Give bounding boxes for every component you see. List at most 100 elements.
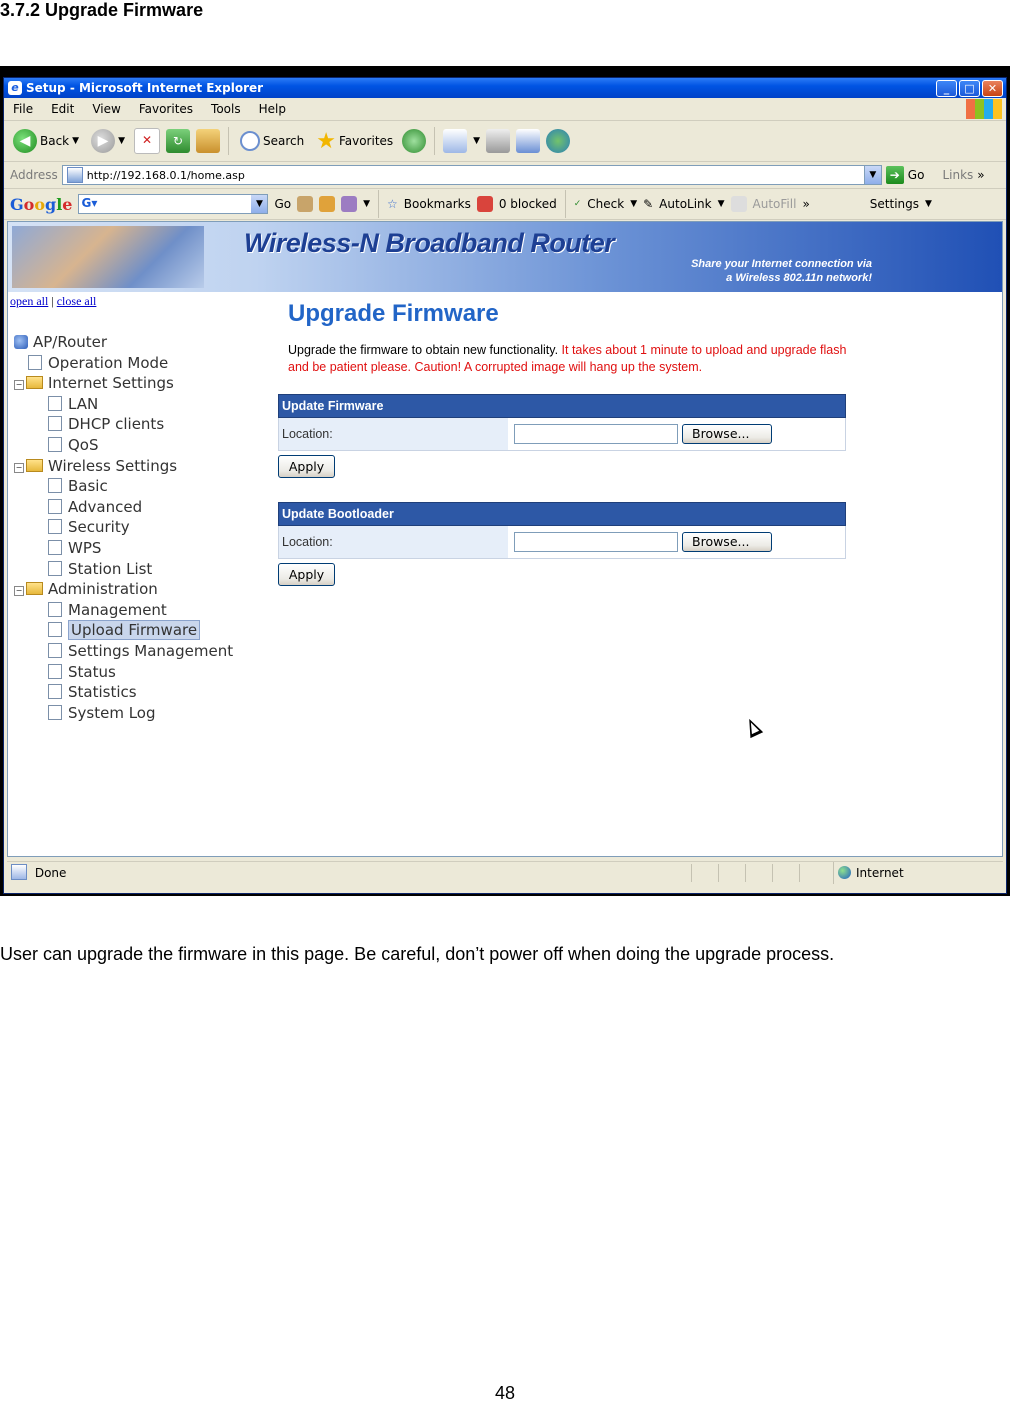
tree-item-internet-settings[interactable]: − Internet Settings	[14, 373, 233, 394]
check-button[interactable]: Check	[587, 197, 624, 211]
main-panel: Upgrade Firmware Upgrade the firmware to…	[278, 300, 848, 586]
location-value: Browse...	[510, 526, 845, 558]
go-arrow-icon[interactable]: ➔	[885, 166, 904, 184]
tree-item-wireless-settings[interactable]: − Wireless Settings	[14, 456, 233, 477]
google-search-input[interactable]: G▾ ▼	[78, 194, 269, 214]
print-icon[interactable]	[486, 129, 511, 153]
home-icon[interactable]	[195, 129, 220, 153]
menu-view[interactable]: View	[83, 98, 129, 120]
settings-button[interactable]: Settings	[870, 197, 919, 211]
address-bar: Address http://192.168.0.1/home.asp ▼ ➔ …	[4, 162, 1006, 189]
toolbar-separator	[434, 127, 436, 155]
page-content: Wireless-N Broadband Router Share your I…	[7, 221, 1003, 857]
tree-item-system-log[interactable]: System Log	[14, 703, 233, 724]
page-icon	[48, 498, 62, 514]
tree-item-status[interactable]: Status	[14, 662, 233, 683]
chevron-down-icon[interactable]: ▼	[473, 136, 480, 146]
tree-item-security[interactable]: Security	[14, 517, 233, 538]
banner-tagline-1: Share your Internet connection via	[691, 258, 872, 270]
tree-item-station-list[interactable]: Station List	[14, 559, 233, 580]
close-all-link[interactable]: close all	[57, 294, 97, 308]
links-label[interactable]: Links	[942, 168, 973, 182]
search-button[interactable]: Search	[237, 131, 307, 151]
standard-toolbar: ◀ Back ▼ ▶ ▼ ✕ ↻ Search ★ Favorites ▼	[4, 121, 1006, 162]
refresh-icon[interactable]: ↻	[165, 129, 190, 153]
blocked-count[interactable]: 0 blocked	[499, 197, 557, 211]
tree-item-wps[interactable]: WPS	[14, 538, 233, 559]
chevron-down-icon[interactable]: ▼	[718, 199, 725, 209]
history-icon[interactable]	[402, 129, 427, 153]
page-icon	[48, 601, 62, 617]
chevron-down-icon[interactable]: ▼	[630, 199, 637, 209]
chevron-right-icon[interactable]: »	[802, 197, 809, 211]
options-icon[interactable]	[341, 196, 358, 212]
router-banner: Wireless-N Broadband Router Share your I…	[8, 222, 1002, 292]
chevron-down-icon[interactable]: ▼	[863, 166, 881, 184]
messenger-icon[interactable]	[546, 129, 571, 153]
menu-help[interactable]: Help	[250, 98, 295, 120]
bookmarks-star-icon: ☆	[387, 197, 398, 211]
google-go-button[interactable]: Go	[274, 197, 291, 211]
page-icon	[48, 539, 62, 555]
autolink-icon: ✎	[643, 197, 654, 211]
stop-icon[interactable]: ✕	[133, 128, 160, 154]
page-icon	[48, 663, 62, 679]
collapse-icon[interactable]: −	[14, 462, 24, 473]
tree-item-basic[interactable]: Basic	[14, 476, 233, 497]
tree-item-operation-mode[interactable]: Operation Mode	[14, 353, 233, 374]
open-all-link[interactable]: open all	[10, 294, 48, 308]
status-bar: Done Internet	[7, 861, 1003, 884]
folder-icon	[26, 582, 43, 596]
firmware-browse-button[interactable]: Browse...	[682, 424, 772, 444]
news-icon[interactable]	[297, 196, 314, 212]
search-label: Search	[262, 134, 305, 148]
minimize-button[interactable]: _	[936, 80, 957, 97]
tree-item-settings-management[interactable]: Settings Management	[14, 641, 233, 662]
bootloader-apply-button[interactable]: Apply	[278, 563, 335, 586]
mail-icon[interactable]	[443, 129, 468, 153]
go-label[interactable]: Go	[908, 168, 925, 182]
chevron-right-icon[interactable]: »	[977, 168, 984, 182]
tree-item-lan[interactable]: LAN	[14, 394, 233, 415]
page-icon	[48, 622, 62, 638]
tree-item-statistics[interactable]: Statistics	[14, 682, 233, 703]
nav-tree: AP/Router Operation Mode − Internet Setti…	[14, 332, 233, 723]
google-logo[interactable]: Google	[10, 195, 72, 214]
tree-root[interactable]: AP/Router	[14, 332, 233, 353]
banner-title: Wireless-N Broadband Router	[244, 228, 615, 258]
chevron-down-icon[interactable]: ▼	[251, 195, 268, 213]
chevron-down-icon[interactable]: ▼	[925, 199, 932, 209]
pagerank-icon[interactable]	[319, 196, 336, 212]
edit-icon[interactable]	[516, 129, 541, 153]
bootloader-file-input[interactable]	[514, 532, 678, 552]
favorites-button[interactable]: ★ Favorites	[313, 129, 396, 154]
back-button[interactable]: ◀ Back ▼	[10, 129, 82, 153]
menu-favorites[interactable]: Favorites	[130, 98, 202, 120]
page-icon	[48, 704, 62, 720]
chevron-down-icon[interactable]: ▼	[363, 199, 370, 209]
tree-item-advanced[interactable]: Advanced	[14, 497, 233, 518]
maximize-button[interactable]: □	[959, 80, 980, 97]
forward-button[interactable]: ▶ ▼	[88, 129, 128, 153]
address-input[interactable]: http://192.168.0.1/home.asp ▼	[61, 165, 882, 185]
tree-item-management[interactable]: Management	[14, 600, 233, 621]
tree-item-qos[interactable]: QoS	[14, 435, 233, 456]
menu-file[interactable]: File	[4, 98, 42, 120]
ie-logo-icon: e	[8, 81, 22, 95]
menu-tools[interactable]: Tools	[202, 98, 250, 120]
collapse-icon[interactable]: −	[14, 380, 24, 391]
title-bar: e Setup - Microsoft Internet Explorer _ …	[4, 78, 1006, 98]
bootloader-browse-button[interactable]: Browse...	[682, 532, 772, 552]
tree-item-dhcp-clients[interactable]: DHCP clients	[14, 414, 233, 435]
menu-edit[interactable]: Edit	[42, 98, 83, 120]
firmware-file-input[interactable]	[514, 424, 678, 444]
autolink-button[interactable]: AutoLink	[659, 197, 711, 211]
bookmarks-button[interactable]: Bookmarks	[404, 197, 471, 211]
firmware-apply-button[interactable]: Apply	[278, 455, 335, 478]
toolbar-separator	[378, 190, 380, 218]
tree-item-administration[interactable]: − Administration	[14, 579, 233, 600]
autofill-button[interactable]: AutoFill	[753, 197, 797, 211]
collapse-icon[interactable]: −	[14, 586, 24, 597]
close-button[interactable]: ✕	[982, 80, 1003, 97]
tree-item-upload-firmware[interactable]: Upload Firmware	[14, 620, 233, 641]
